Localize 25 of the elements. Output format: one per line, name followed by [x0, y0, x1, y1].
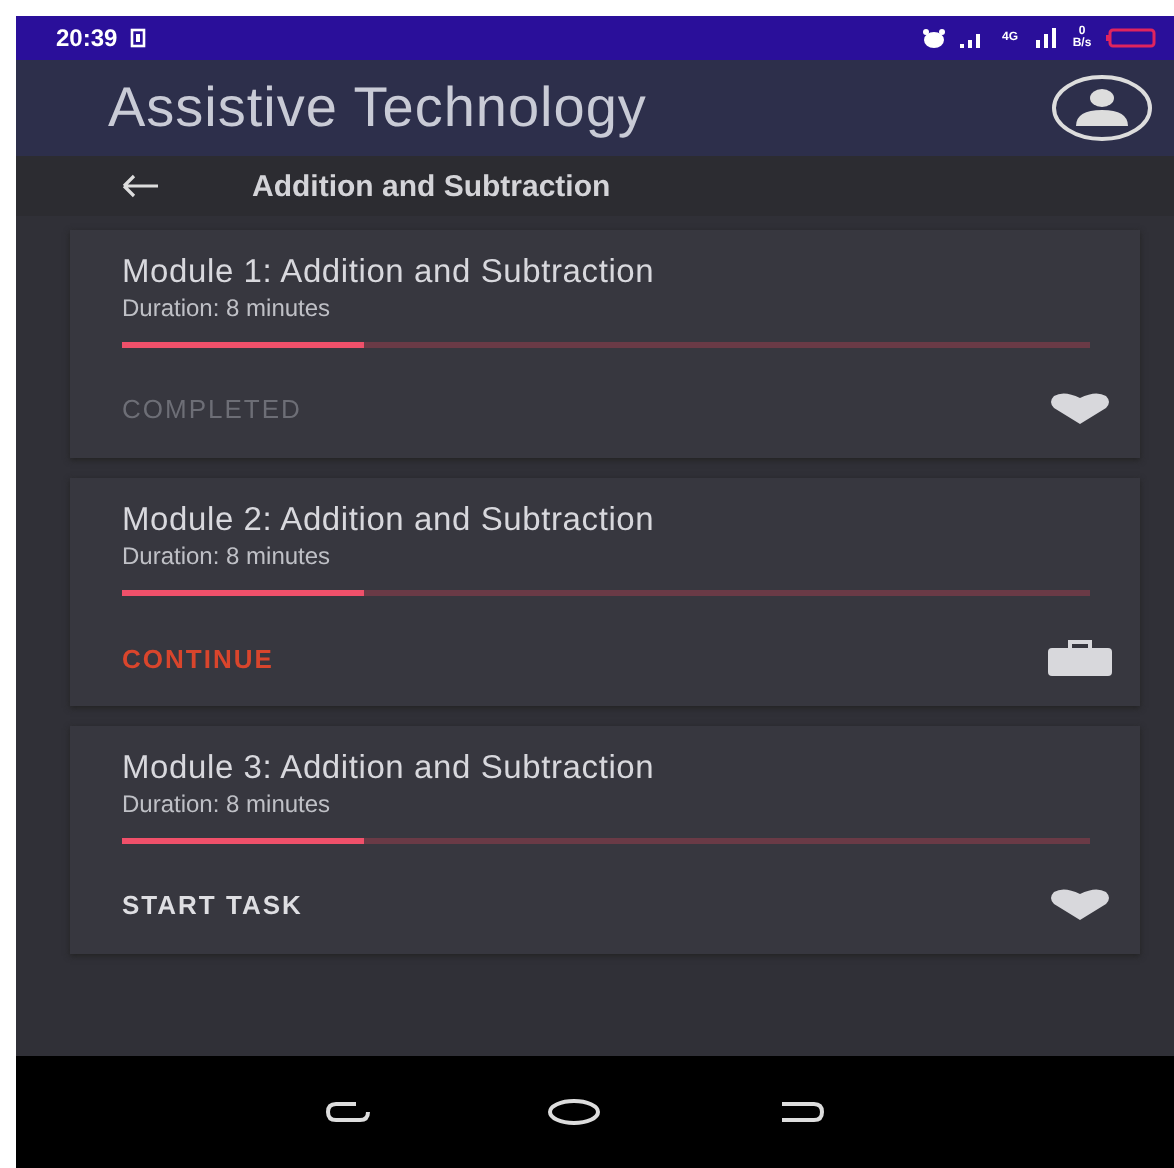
alarm-clock-icon — [922, 28, 946, 48]
battery-icon — [1106, 28, 1158, 48]
module-duration: Duration: 8 minutes — [122, 542, 333, 570]
action-button[interactable]: START TASK — [122, 889, 303, 919]
briefcase-icon[interactable] — [1048, 640, 1112, 676]
signal-icon — [958, 28, 986, 48]
back-icon[interactable] — [778, 1100, 827, 1124]
module-card[interactable]: Module 2: Addition and Subtraction Duration: 8 minutes CONTINUE — [70, 478, 1140, 706]
module-duration: Duration: 8 minutes — [122, 790, 333, 818]
back-arrow-icon[interactable] — [120, 174, 160, 198]
module-title: Module 3: Addition and Subtraction — [122, 750, 657, 788]
sim-card-icon — [129, 28, 146, 48]
module-title: Module 1: Addition and Subtraction — [122, 254, 657, 292]
module-card[interactable]: Module 3: Addition and Subtraction Duration: 8 minutes START TASK — [70, 726, 1140, 954]
module-title: Module 2: Addition and Subtraction — [122, 502, 657, 540]
module-duration: Duration: 8 minutes — [122, 294, 333, 322]
clock-time: 20:39 — [56, 24, 118, 52]
home-icon[interactable] — [546, 1098, 603, 1126]
page-title: Addition and Subtraction — [252, 169, 611, 203]
signal-icon — [1034, 28, 1058, 48]
heart-icon[interactable] — [1048, 392, 1112, 424]
heart-icon[interactable] — [1048, 888, 1112, 920]
account-icon[interactable] — [1050, 74, 1154, 142]
app-title: Assistive Technology — [108, 76, 647, 140]
recent-apps-icon[interactable] — [323, 1100, 372, 1124]
